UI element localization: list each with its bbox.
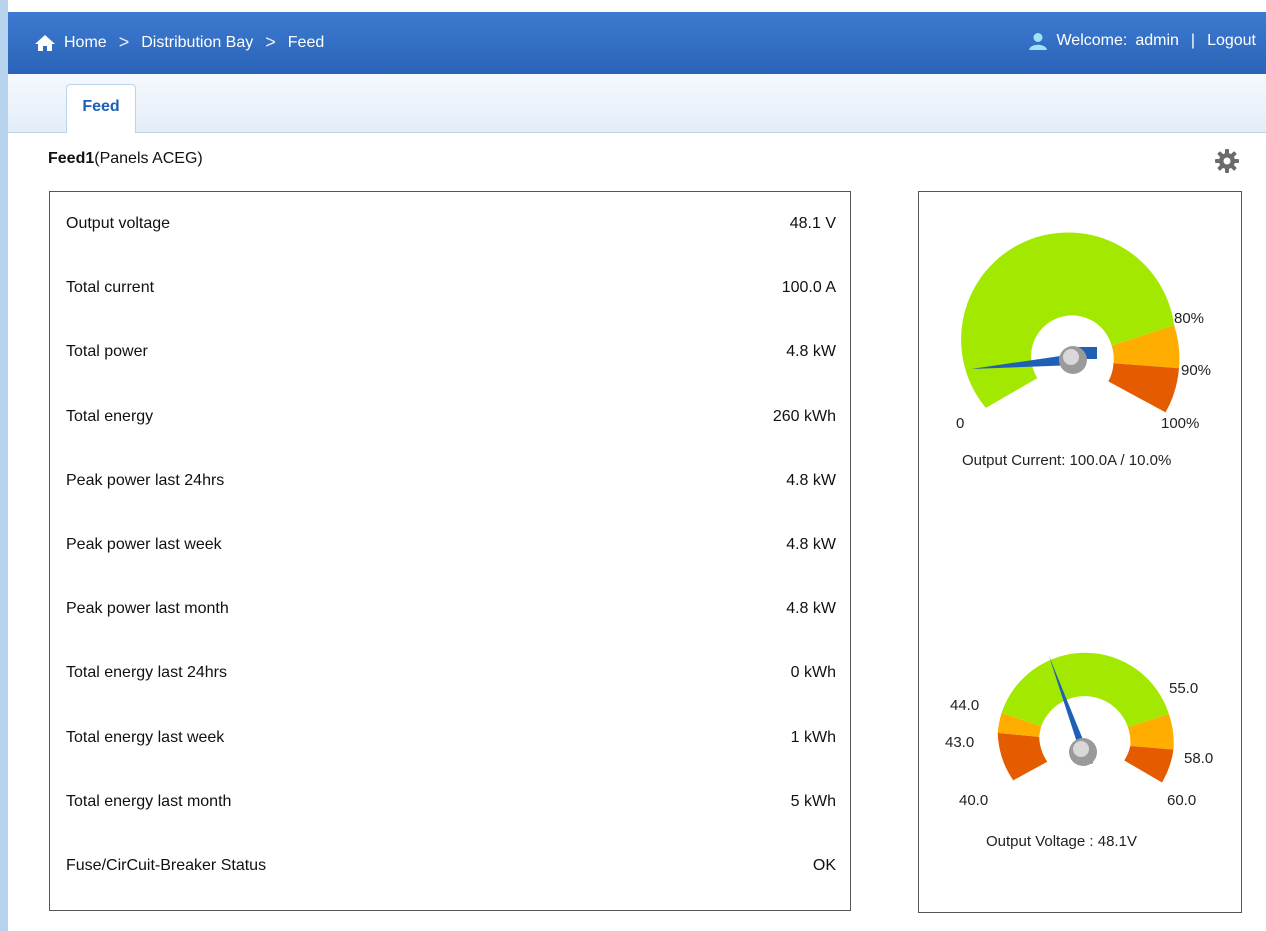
metric-label: Total current bbox=[66, 279, 155, 296]
feed-metrics-panel: Output voltage 48.1 V Total current 100.… bbox=[49, 191, 851, 911]
metric-row: Total energy last 24hrs 0 kWh bbox=[66, 659, 836, 687]
metric-row: Fuse/CirCuit-Breaker Status OK bbox=[66, 852, 836, 880]
home-icon[interactable] bbox=[34, 34, 56, 52]
user-icon bbox=[1028, 32, 1048, 50]
voltage-gauge-high-alarm-label: 58.0 bbox=[1184, 750, 1213, 767]
metric-row: Total energy last week 1 kWh bbox=[66, 724, 836, 752]
metric-value: 5 kWh bbox=[790, 793, 836, 810]
feed-panels: (Panels ACEG) bbox=[94, 150, 203, 167]
user-separator: | bbox=[1190, 32, 1196, 49]
metric-row: Peak power last week 4.8 kW bbox=[66, 531, 836, 559]
current-gauge-max-label: 100% bbox=[1161, 415, 1199, 432]
metric-value: 1 kWh bbox=[790, 729, 836, 746]
breadcrumb-distribution-bay[interactable]: Distribution Bay bbox=[141, 34, 253, 52]
breadcrumb-feed: Feed bbox=[287, 33, 325, 51]
metric-value: 4.8 kW bbox=[786, 472, 836, 489]
feed-name: Feed1 bbox=[48, 150, 95, 167]
metric-value: OK bbox=[812, 857, 836, 874]
tab-bar: Feed bbox=[8, 74, 1266, 133]
metric-label: Total energy last 24hrs bbox=[66, 664, 227, 681]
voltage-gauge-low-warn-label: 44.0 bbox=[950, 697, 979, 714]
voltage-gauge-max-label: 60.0 bbox=[1167, 792, 1196, 809]
current-gauge-min-label: 0 bbox=[956, 415, 964, 432]
voltage-gauge-min-label: 40.0 bbox=[959, 792, 988, 809]
metric-value: 4.8 kW bbox=[786, 600, 836, 617]
metric-value: 100.0 A bbox=[781, 279, 836, 296]
metric-label: Total energy last month bbox=[66, 793, 232, 810]
logout-link[interactable]: Logout bbox=[1207, 32, 1256, 50]
user-area: Welcome: admin | Logout bbox=[1028, 32, 1256, 50]
metric-label: Fuse/CirCuit-Breaker Status bbox=[66, 857, 267, 874]
welcome-label: Welcome: bbox=[1056, 32, 1128, 49]
metric-label: Output voltage bbox=[66, 215, 171, 232]
breadcrumb: Home > Distribution Bay > Feed bbox=[34, 32, 324, 53]
voltage-gauge-low-alarm-label: 43.0 bbox=[945, 734, 974, 751]
metric-label: Peak power last month bbox=[66, 600, 229, 617]
left-accent-bar bbox=[0, 0, 8, 931]
metric-row: Peak power last 24hrs 4.8 kW bbox=[66, 467, 836, 495]
metric-row: Total power 4.8 kW bbox=[66, 338, 836, 366]
current-gauge-caption: Output Current: 100.0A / 10.0% bbox=[962, 452, 1172, 469]
voltage-gauge-caption: Output Voltage : 48.1V bbox=[986, 833, 1137, 850]
current-gauge-warn-label: 80% bbox=[1174, 310, 1204, 327]
metric-value: 260 kWh bbox=[772, 408, 836, 425]
metric-label: Total power bbox=[66, 343, 148, 360]
feed-heading: Feed1(Panels ACEG) bbox=[48, 150, 203, 168]
metric-label: Peak power last week bbox=[66, 536, 222, 553]
metric-value: 0 kWh bbox=[790, 664, 836, 681]
metric-value: 4.8 kW bbox=[786, 343, 836, 360]
gear-icon[interactable] bbox=[1214, 148, 1240, 179]
metric-row: Peak power last month 4.8 kW bbox=[66, 595, 836, 623]
metric-row: Output voltage 48.1 V bbox=[66, 210, 836, 238]
metric-value: 48.1 V bbox=[789, 215, 836, 232]
gauges-panel: 0 80% 90% 100% Output Current: 100.0A / … bbox=[918, 191, 1242, 913]
metric-row: Total current 100.0 A bbox=[66, 274, 836, 302]
metric-label: Total energy last week bbox=[66, 729, 225, 746]
metric-label: Total energy bbox=[66, 408, 154, 425]
username: admin bbox=[1135, 32, 1179, 49]
metric-value: 4.8 kW bbox=[786, 536, 836, 553]
metric-label: Peak power last 24hrs bbox=[66, 472, 225, 489]
voltage-gauge: 40.0 43.0 44.0 55.0 58.0 60.0 bbox=[945, 652, 1213, 809]
metric-row: Total energy 260 kWh bbox=[66, 403, 836, 431]
current-gauge-alarm-label: 90% bbox=[1181, 362, 1211, 379]
metric-row: Total energy last month 5 kWh bbox=[66, 788, 836, 816]
breadcrumb-home[interactable]: Home bbox=[64, 34, 107, 52]
breadcrumb-separator: > bbox=[265, 32, 276, 52]
current-gauge: 0 80% 90% 100% bbox=[956, 232, 1211, 432]
top-header-bar: Home > Distribution Bay > Feed Welcome: … bbox=[8, 12, 1266, 74]
tab-feed[interactable]: Feed bbox=[66, 84, 136, 133]
breadcrumb-separator: > bbox=[118, 32, 130, 52]
voltage-gauge-high-warn-label: 55.0 bbox=[1169, 680, 1198, 697]
